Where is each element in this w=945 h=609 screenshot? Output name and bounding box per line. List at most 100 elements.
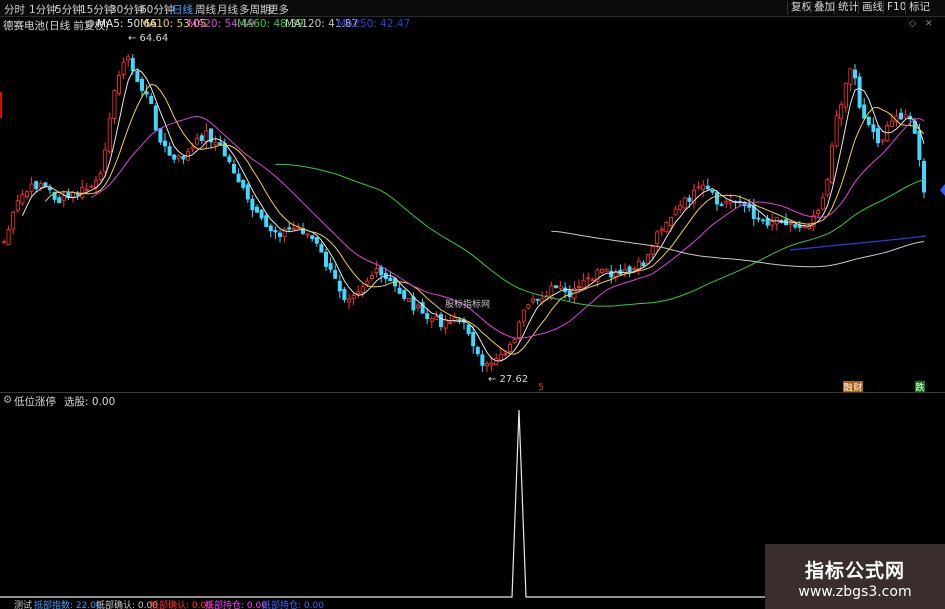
- ma120-line: [551, 230, 925, 268]
- period-more[interactable]: 更多: [268, 2, 289, 17]
- candle-body: [577, 286, 582, 289]
- site-watermark: 指标公式网 www.zbgs3.com: [765, 544, 945, 609]
- candle-body: [259, 209, 264, 219]
- candle-body: [517, 321, 522, 338]
- candle-body: [604, 268, 609, 272]
- indicator-settings-icon[interactable]: ⚙: [3, 394, 12, 406]
- candle-body: [379, 266, 384, 276]
- candle-body: [724, 201, 729, 204]
- candle-body: [793, 224, 798, 228]
- indicator-legend: ⚙ 低位涨停 选股: 0.00: [0, 394, 300, 408]
- settings-icon[interactable]: ⚙: [86, 18, 95, 30]
- candle-body: [319, 244, 324, 253]
- candle-body: [558, 285, 563, 289]
- candle-body: [678, 204, 683, 210]
- badge-cai: 财: [854, 382, 863, 393]
- candle-body: [374, 268, 379, 273]
- candle-body: [554, 285, 559, 289]
- candle-body: [871, 124, 876, 132]
- bottom-item-0: 测试: [14, 601, 33, 609]
- candle-body: [61, 195, 66, 201]
- low-price-label: ← 27.62: [488, 374, 528, 385]
- candle-body: [84, 188, 89, 191]
- candle-body: [466, 324, 471, 334]
- candle-body: [880, 139, 885, 142]
- event-marker: 5: [538, 383, 544, 392]
- candle-body: [190, 146, 195, 150]
- candle-body: [268, 225, 273, 232]
- candle-body: [360, 286, 365, 293]
- bottom-item-5: 抵部持仓: 0.00: [262, 601, 324, 609]
- candle-body: [719, 204, 724, 206]
- candle-body: [682, 197, 687, 209]
- candle-body: [57, 197, 62, 204]
- candle-body: [89, 185, 94, 188]
- candle-body: [600, 268, 605, 274]
- candle-body: [526, 304, 531, 309]
- candle-body: [402, 290, 407, 299]
- candle-body: [153, 105, 158, 131]
- price-arrow-icon: [940, 184, 945, 196]
- candle-body: [126, 56, 131, 61]
- period-monthly[interactable]: 月线: [217, 2, 238, 17]
- candle-body: [609, 270, 614, 278]
- candle-body: [15, 200, 20, 212]
- candle-body: [245, 184, 250, 200]
- candle-body: [356, 291, 361, 294]
- candle-body: [820, 197, 825, 210]
- candle-body: [199, 135, 204, 141]
- badge-rong: 融: [844, 383, 853, 393]
- candle-body: [425, 313, 430, 319]
- candle-body: [29, 183, 34, 192]
- candle-body: [788, 222, 793, 226]
- candle-body: [687, 197, 692, 202]
- candle-body: [291, 228, 296, 230]
- candle-body: [830, 145, 835, 183]
- candle-body: [144, 91, 149, 95]
- candle-body: [922, 161, 927, 193]
- candle-body: [227, 156, 232, 163]
- candle-body: [158, 128, 163, 143]
- candle-body: [834, 115, 839, 147]
- candle-body: [632, 267, 637, 271]
- candle-body: [43, 182, 48, 187]
- indicator-name: 低位涨停: [14, 396, 56, 408]
- candle-body: [664, 222, 669, 233]
- period-1min[interactable]: 1分钟: [29, 2, 57, 17]
- candle-body: [613, 272, 618, 278]
- candle-body: [452, 317, 457, 321]
- candle-body: [623, 269, 628, 273]
- candle-body: [314, 236, 319, 244]
- period-multi[interactable]: 多周期: [239, 2, 271, 17]
- candle-body: [770, 220, 775, 226]
- restore-icon[interactable]: ◇: [909, 19, 916, 29]
- period-5min[interactable]: 5分钟: [55, 2, 83, 17]
- candle-body: [80, 187, 85, 198]
- candle-body: [406, 298, 411, 302]
- candle-body: [310, 235, 315, 239]
- panel-divider[interactable]: [0, 392, 945, 393]
- bottom-item-1: 抵部指数: 22.00: [34, 601, 102, 609]
- candle-body: [167, 146, 172, 156]
- candle-body: [503, 353, 508, 356]
- close-icon[interactable]: ✕: [925, 19, 933, 29]
- draw-button[interactable]: 画线: [858, 1, 886, 14]
- candle-body: [853, 69, 858, 79]
- period-weekly[interactable]: 周线: [195, 2, 216, 17]
- candle-body: [438, 314, 443, 327]
- candle-body: [323, 251, 328, 267]
- candle-body: [581, 280, 586, 289]
- period-60min[interactable]: 60分钟: [140, 2, 174, 17]
- watermark-url: www.zbgs3.com: [798, 584, 912, 600]
- mark-button[interactable]: 标记: [905, 1, 933, 14]
- candle-body: [802, 226, 807, 229]
- candle-body: [521, 309, 526, 322]
- candle-body: [816, 210, 821, 215]
- period-timeshare[interactable]: 分时: [4, 2, 25, 17]
- candle-body: [512, 339, 517, 344]
- price-chart[interactable]: ← 64.64 ← 27.62 股标指标网 5 融财 跌: [0, 32, 945, 394]
- candle-body: [889, 120, 894, 127]
- candle-body: [484, 363, 489, 367]
- period-daily[interactable]: 日线: [172, 2, 193, 17]
- candle-body: [121, 61, 126, 75]
